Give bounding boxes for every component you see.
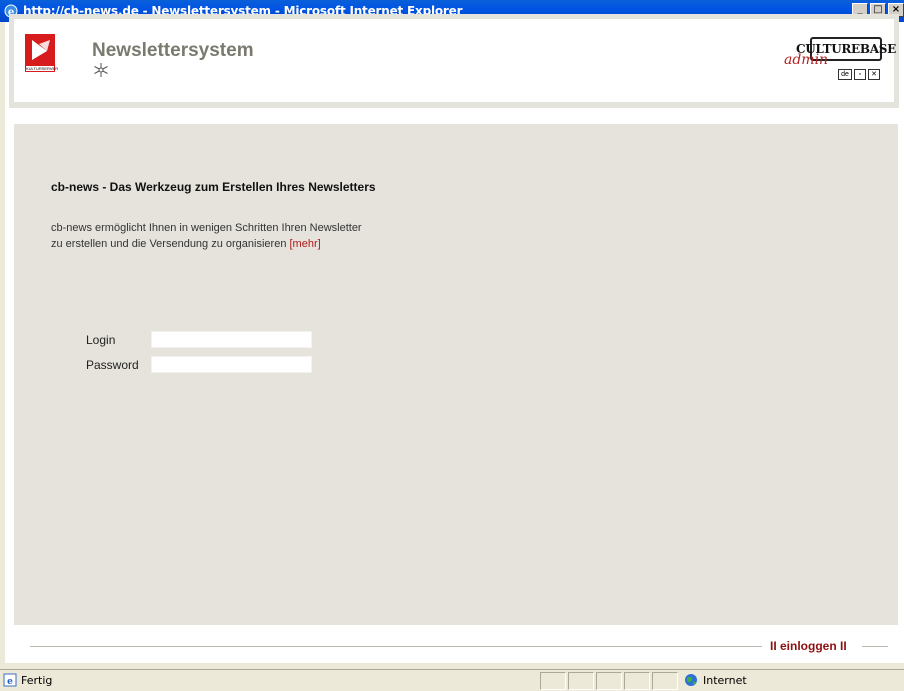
- status-segment: [540, 672, 566, 690]
- asterisk-icon: [94, 63, 108, 77]
- language-button[interactable]: de: [838, 69, 852, 80]
- satellite-icon: [32, 40, 50, 60]
- status-segment: [652, 672, 678, 690]
- globe-icon: [685, 674, 697, 686]
- login-button[interactable]: II einloggen II: [770, 639, 847, 653]
- admin-label: admin: [784, 52, 829, 68]
- logo-label: KULTURSERVER: [26, 66, 59, 71]
- footer-divider-right: [862, 646, 888, 647]
- zone-text: Internet: [703, 673, 747, 687]
- password-row: Password: [86, 356, 312, 373]
- login-input[interactable]: [151, 331, 312, 348]
- password-input[interactable]: [151, 356, 312, 373]
- status-bar: e Fertig Internet: [0, 669, 904, 691]
- password-label: Password: [86, 357, 139, 372]
- new-window-icon[interactable]: ▫: [854, 69, 866, 80]
- logo-label-strip: KULTURSERVER: [25, 65, 59, 72]
- intro-line-2: zu erstellen und die Versendung zu organ…: [51, 236, 362, 252]
- intro-text: cb-news ermöglicht Ihnen in wenigen Schr…: [51, 220, 362, 252]
- more-link[interactable]: [mehr]: [290, 238, 321, 250]
- status-segment: [596, 672, 622, 690]
- culturebase-brand: CULTUREBASE admin de ▫ ✕: [782, 37, 896, 87]
- login-row: Login: [86, 331, 312, 348]
- status-message: e Fertig: [3, 673, 52, 687]
- svg-text:e: e: [7, 677, 13, 687]
- status-segment: [568, 672, 594, 690]
- security-zone[interactable]: Internet: [684, 673, 747, 687]
- page-done-icon: e: [3, 673, 17, 687]
- kulturserver-logo[interactable]: KULTURSERVER: [25, 34, 59, 72]
- status-text: Fertig: [21, 673, 53, 687]
- headline: cb-news - Das Werkzeug zum Erstellen Ihr…: [51, 180, 376, 194]
- footer-divider-left: [30, 646, 762, 647]
- main-content-area: [14, 124, 898, 625]
- login-label: Login: [86, 332, 116, 347]
- intro-line-2-text: zu erstellen und die Versendung zu organ…: [51, 238, 287, 250]
- intro-line-1: cb-news ermöglicht Ihnen in wenigen Schr…: [51, 222, 362, 234]
- status-segment: [624, 672, 650, 690]
- header-icons: de ▫ ✕: [836, 69, 880, 80]
- page-title: Newslettersystem: [92, 40, 254, 61]
- close-icon[interactable]: ✕: [868, 69, 880, 80]
